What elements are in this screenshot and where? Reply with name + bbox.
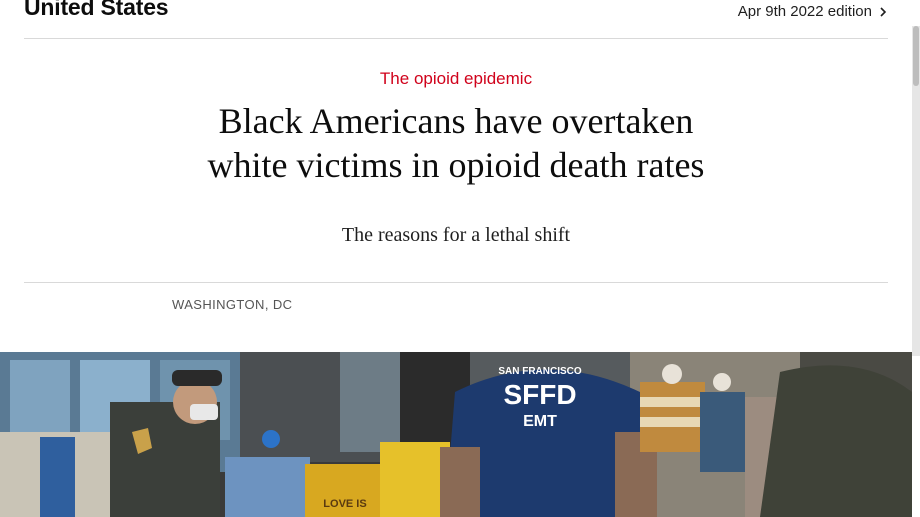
headline-line-2: white victims in opioid death rates [207, 145, 705, 185]
section-title[interactable]: United States [24, 0, 169, 21]
header-divider [24, 282, 888, 283]
chevron-right-icon [880, 6, 887, 17]
shirt-text-1: SAN FRANCISCO [498, 366, 582, 377]
hero-image: SAN FRANCISCO SFFD EMT LOVE IS [0, 352, 912, 517]
section-header: United States Apr 9th 2022 edition [24, 0, 888, 39]
shirt-text-3: EMT [523, 413, 557, 430]
headline-line-1: Black Americans have overtaken [218, 101, 694, 141]
article-headline: Black Americans have overtaken white vic… [120, 99, 792, 187]
article-page: United States Apr 9th 2022 edition The o… [0, 0, 920, 517]
article-flytitle[interactable]: The opioid epidemic [0, 69, 912, 89]
edition-label: Apr 9th 2022 edition [737, 3, 872, 20]
scrollbar[interactable] [912, 26, 920, 356]
hero-photo-illustration: SAN FRANCISCO SFFD EMT LOVE IS [0, 352, 912, 517]
article-dateline: WASHINGTON, DC [172, 297, 293, 312]
shirt-text-2: SFFD [503, 379, 576, 410]
article-rubric: The reasons for a lethal shift [341, 224, 571, 246]
scrollbar-thumb[interactable] [913, 26, 919, 86]
store-sign-text: LOVE IS [323, 498, 366, 510]
edition-link[interactable]: Apr 9th 2022 edition [738, 3, 888, 20]
